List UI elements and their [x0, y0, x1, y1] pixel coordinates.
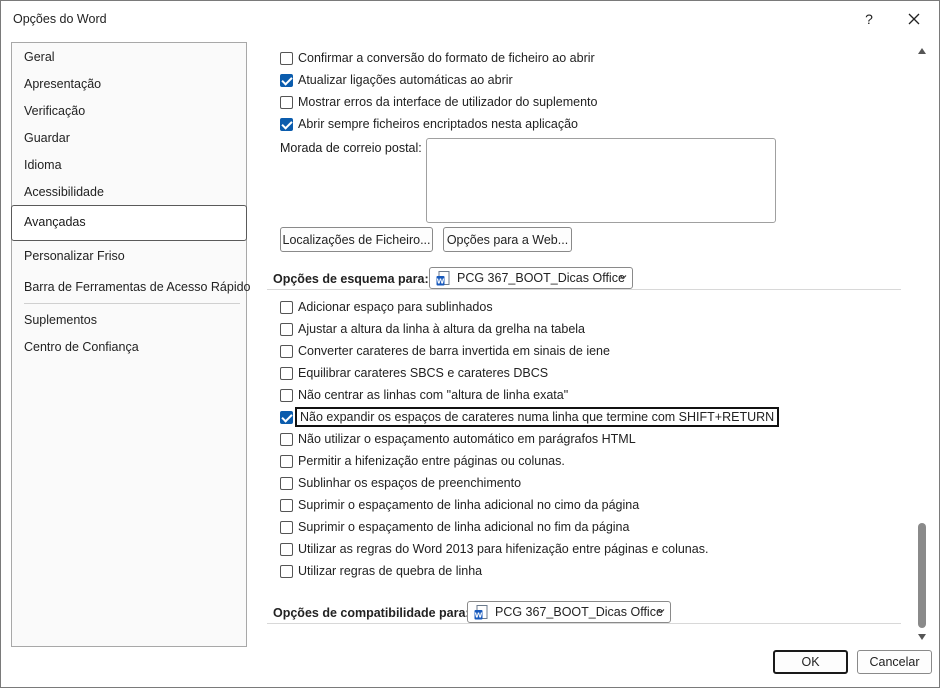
option-confirm-conversion[interactable]: Confirmar a conversão do formato de fich… — [280, 49, 595, 67]
checkbox[interactable] — [280, 388, 293, 402]
checkbox[interactable] — [280, 300, 293, 314]
vertical-scrollbar[interactable] — [915, 42, 929, 646]
postal-address-field[interactable] — [426, 138, 776, 223]
sidebar-item-apresentacao[interactable]: Apresentação — [24, 73, 101, 95]
cancel-button[interactable]: Cancelar — [857, 650, 932, 674]
option-layout-9[interactable]: Sublinhar os espaços de preenchimento — [280, 474, 521, 492]
layout-options-heading: Opções de esquema para: — [273, 272, 429, 286]
checkbox[interactable] — [280, 322, 293, 336]
checkbox[interactable] — [280, 51, 293, 65]
checkbox[interactable] — [280, 366, 293, 380]
svg-text:W: W — [437, 277, 445, 285]
option-label: Adicionar espaço para sublinhados — [298, 300, 493, 314]
option-layout-3[interactable]: Converter carateres de barra invertida e… — [280, 342, 610, 360]
layout-document-name: PCG 367_BOOT_Dicas Office — [457, 271, 625, 285]
svg-text:W: W — [475, 611, 483, 619]
checkbox[interactable] — [280, 520, 293, 534]
sidebar-item-label: Avançadas — [24, 215, 86, 229]
sidebar-divider — [24, 303, 240, 304]
word-document-icon: W — [474, 604, 488, 619]
option-layout-10[interactable]: Suprimir o espaçamento de linha adiciona… — [280, 496, 639, 514]
close-button[interactable] — [899, 7, 929, 31]
window-title: Opções do Word — [13, 12, 107, 26]
option-layout-2[interactable]: Ajustar a altura da linha à altura da gr… — [280, 320, 585, 338]
word-options-dialog: Opções do Word ? Geral Apresentação Veri… — [0, 0, 940, 688]
checkbox[interactable] — [280, 344, 293, 358]
sidebar-item-barra-acesso-rapido[interactable]: Barra de Ferramentas de Acesso Rápido — [24, 276, 251, 298]
chevron-down-icon — [619, 275, 627, 280]
option-layout-5[interactable]: Não centrar as linhas com "altura de lin… — [280, 386, 568, 404]
section-divider — [267, 623, 901, 624]
close-icon — [908, 13, 920, 25]
option-label: Ajustar a altura da linha à altura da gr… — [298, 322, 585, 336]
checkbox[interactable] — [280, 432, 293, 446]
scroll-up-icon[interactable] — [917, 46, 927, 56]
option-layout-1[interactable]: Adicionar espaço para sublinhados — [280, 298, 493, 316]
option-label: Sublinhar os espaços de preenchimento — [298, 476, 522, 490]
scrollbar-thumb[interactable] — [918, 523, 926, 628]
category-sidebar: Geral Apresentação Verificação Guardar I… — [11, 42, 251, 647]
option-label: Converter carateres de barra invertida e… — [298, 344, 610, 358]
option-label: Não centrar as linhas com "altura de lin… — [298, 388, 569, 402]
checkbox[interactable] — [280, 95, 293, 109]
option-update-links[interactable]: Atualizar ligações automáticas ao abrir — [280, 71, 513, 89]
file-locations-button[interactable]: Localizações de Ficheiro... — [280, 227, 433, 252]
option-layout-6[interactable]: Não expandir os espaços de carateres num… — [280, 407, 780, 427]
sidebar-item-centro-confianca[interactable]: Centro de Confiança — [24, 336, 139, 358]
checkbox[interactable] — [280, 410, 293, 424]
web-options-button[interactable]: Opções para a Web... — [443, 227, 572, 252]
help-button[interactable]: ? — [854, 7, 884, 31]
option-label: Suprimir o espaçamento de linha adiciona… — [298, 498, 640, 512]
checkbox[interactable] — [280, 542, 293, 556]
checkbox[interactable] — [280, 73, 293, 87]
option-layout-13[interactable]: Utilizar regras de quebra de linha — [280, 562, 482, 580]
sidebar-item-suplementos[interactable]: Suplementos — [24, 309, 97, 331]
title-bar: Opções do Word ? — [1, 1, 939, 37]
option-label: Mostrar erros da interface de utilizador… — [298, 95, 598, 109]
option-layout-4[interactable]: Equilibrar carateres SBCS e carateres DB… — [280, 364, 548, 382]
option-show-addin-errors[interactable]: Mostrar erros da interface de utilizador… — [280, 93, 597, 111]
sidebar-item-guardar[interactable]: Guardar — [24, 127, 70, 149]
option-label: Utilizar as regras do Word 2013 para hif… — [298, 542, 709, 556]
option-label: Atualizar ligações automáticas ao abrir — [298, 73, 513, 87]
checkbox[interactable] — [280, 498, 293, 512]
sidebar-item-idioma[interactable]: Idioma — [24, 154, 62, 176]
sidebar-item-avancadas[interactable]: Avançadas — [11, 205, 247, 241]
option-layout-7[interactable]: Não utilizar o espaçamento automático em… — [280, 430, 636, 448]
option-label: Não expandir os espaços de carateres num… — [294, 407, 780, 427]
option-layout-12[interactable]: Utilizar as regras do Word 2013 para hif… — [280, 540, 708, 558]
option-label: Utilizar regras de quebra de linha — [298, 564, 483, 578]
option-layout-11[interactable]: Suprimir o espaçamento de linha adiciona… — [280, 518, 629, 536]
chevron-down-icon — [657, 609, 665, 614]
checkbox[interactable] — [280, 117, 293, 131]
section-divider — [267, 289, 901, 290]
option-layout-8[interactable]: Permitir a hifenização entre páginas ou … — [280, 452, 565, 470]
option-label: Não utilizar o espaçamento automático em… — [298, 432, 636, 446]
option-label: Abrir sempre ficheiros encriptados nesta… — [298, 117, 578, 131]
option-label: Confirmar a conversão do formato de fich… — [298, 51, 595, 65]
options-content: Confirmar a conversão do formato de fich… — [263, 42, 913, 642]
option-label: Equilibrar carateres SBCS e carateres DB… — [298, 366, 549, 380]
sidebar-item-verificacao[interactable]: Verificação — [24, 100, 85, 122]
option-label: Permitir a hifenização entre páginas ou … — [298, 454, 565, 468]
compat-document-name: PCG 367_BOOT_Dicas Office — [495, 605, 663, 619]
checkbox[interactable] — [280, 564, 293, 578]
checkbox[interactable] — [280, 454, 293, 468]
sidebar-item-personalizar-friso[interactable]: Personalizar Friso — [24, 245, 125, 267]
option-open-encrypted[interactable]: Abrir sempre ficheiros encriptados nesta… — [280, 115, 578, 133]
sidebar-item-geral[interactable]: Geral — [24, 46, 55, 68]
layout-document-select[interactable]: W PCG 367_BOOT_Dicas Office — [429, 267, 633, 289]
postal-address-label: Morada de correio postal: — [280, 141, 422, 155]
option-label: Suprimir o espaçamento de linha adiciona… — [298, 520, 630, 534]
compat-options-heading: Opções de compatibilidade para: — [273, 606, 470, 620]
word-document-icon: W — [436, 270, 450, 285]
sidebar-item-acessibilidade[interactable]: Acessibilidade — [24, 181, 104, 203]
scroll-down-icon[interactable] — [917, 632, 927, 642]
compat-document-select[interactable]: W PCG 367_BOOT_Dicas Office — [467, 601, 671, 623]
checkbox[interactable] — [280, 476, 293, 490]
ok-button[interactable]: OK — [773, 650, 848, 674]
